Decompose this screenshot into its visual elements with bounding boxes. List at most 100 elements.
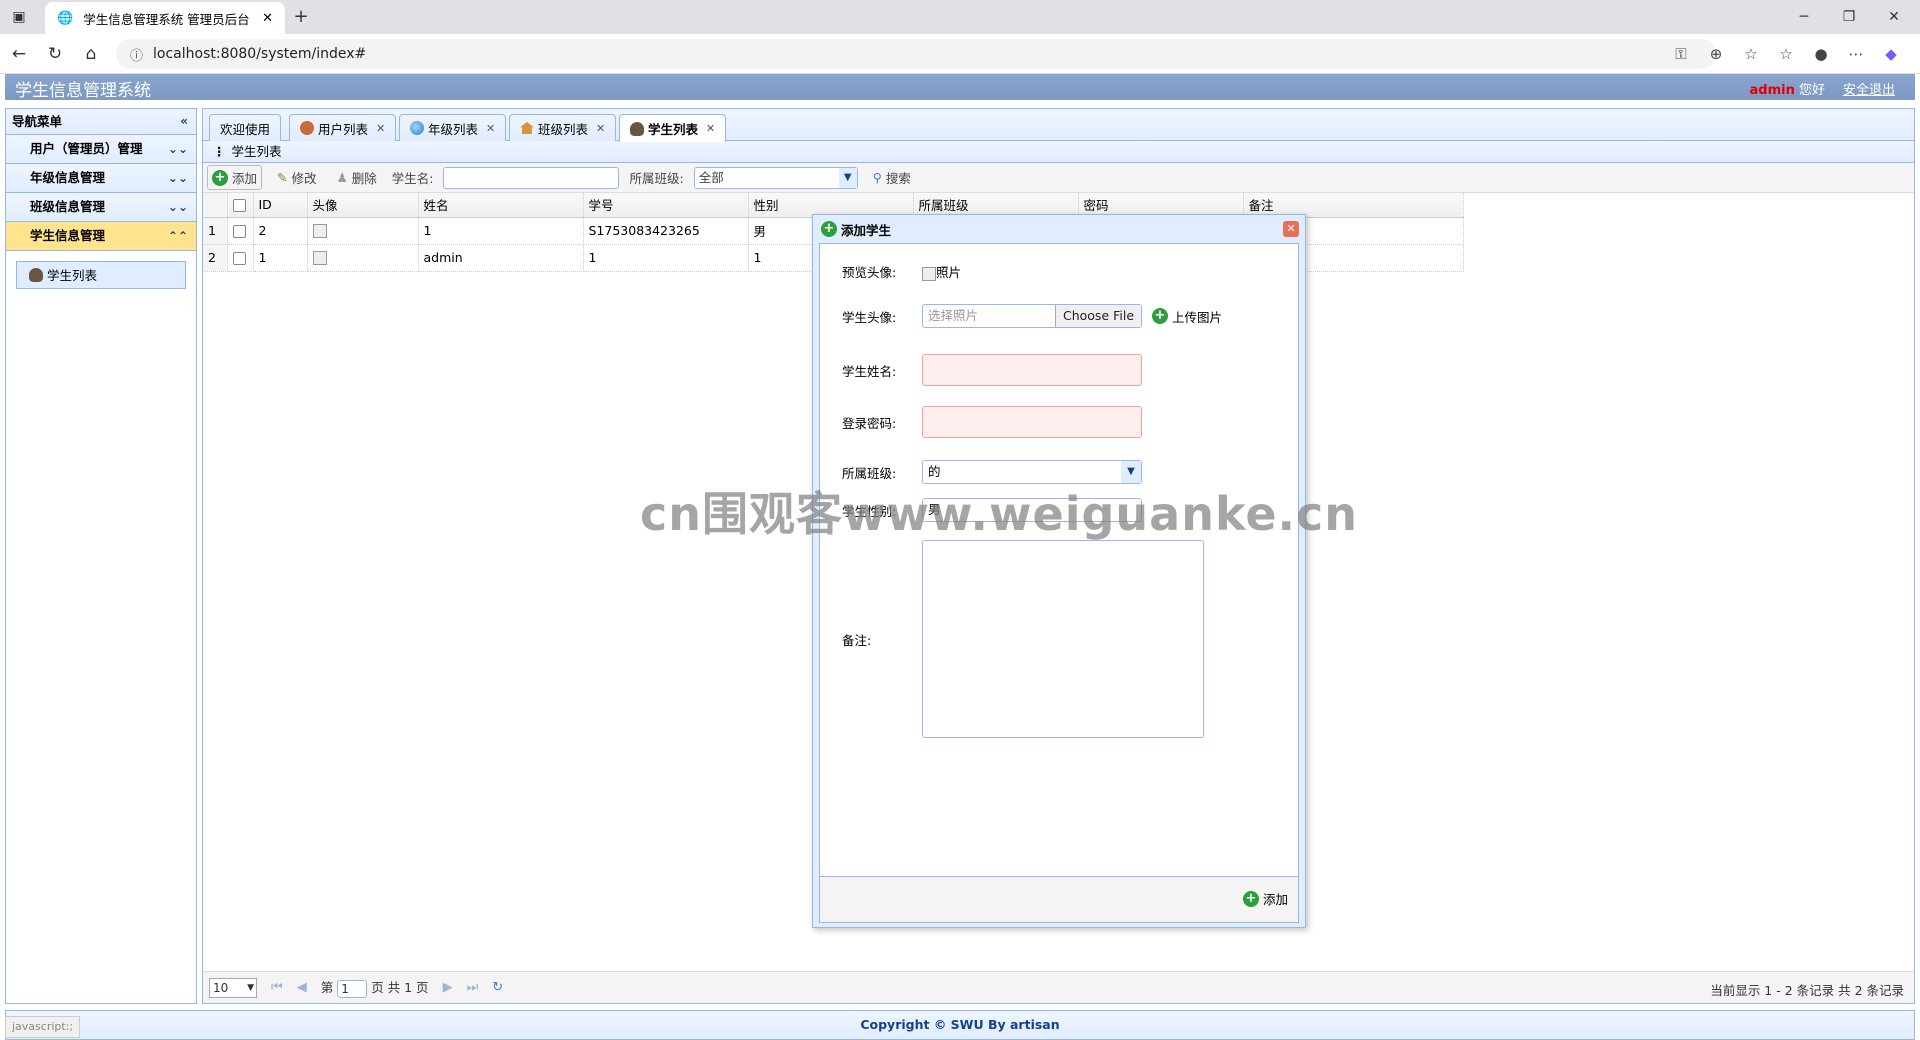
remark-textarea[interactable] [922,540,1204,738]
nav-item-class[interactable]: 班级信息管理 ⌄⌄ [6,193,196,222]
student-name-field[interactable] [922,354,1142,386]
submit-add-button[interactable]: + 添加 [1242,889,1288,908]
tab-student-list[interactable]: 学生列表 ✕ [619,114,727,142]
column-header[interactable]: 姓名 [418,193,584,218]
password-field[interactable] [922,406,1142,438]
content-tabs: 欢迎使用 用户列表 ✕ 年级列表 ✕ 班级列表 ✕ 学生列表 ✕ [203,109,1914,142]
preview-alt: 照片 [936,265,962,280]
chevron-down-icon: ⌄⌄ [167,142,188,156]
column-header[interactable]: ID [253,193,308,218]
class-filter-label: 所属班级: [629,171,684,186]
close-window-icon[interactable]: ✕ [1885,9,1903,25]
dialog-footer: + 添加 [819,877,1299,923]
tab-grade-list[interactable]: 年级列表 ✕ [399,114,507,141]
page-number-input[interactable]: 1 [337,979,368,998]
close-tab-icon[interactable]: ✕ [262,11,273,26]
edit-button[interactable]: ✎ 修改 [272,165,322,190]
nav-item-user-admin[interactable]: 用户（管理员）管理 ⌄⌄ [6,135,196,164]
minimize-icon[interactable]: ─ [1795,9,1813,25]
tab-welcome[interactable]: 欢迎使用 [209,114,282,141]
search-label: 搜索 [885,171,911,186]
password-label: 登录密码: [842,415,897,431]
restore-icon[interactable]: ❐ [1840,9,1858,25]
close-icon[interactable]: ✕ [1283,221,1299,237]
select-all-cell [227,193,254,218]
next-page-icon[interactable]: ▶ [443,980,453,995]
nav-header: 导航菜单 « [6,109,196,135]
reload-icon[interactable]: ↻ [44,43,66,65]
new-tab-button[interactable]: + [292,8,310,26]
row-checkbox[interactable] [232,225,246,238]
copilot-icon[interactable]: ◆ [1880,43,1902,65]
close-tab-icon[interactable]: ✕ [486,122,495,135]
sub-item-student-list[interactable]: 学生列表 [16,261,186,289]
pagination-bar: 10 ▼ ⏮ ◀ 第 1 页 共 1 页 ▶ ⏭ ↻ 当前显示 1 - 2 条记… [203,971,1914,1003]
back-icon[interactable]: ← [8,43,30,65]
upload-button[interactable]: + 上传图片 [1152,307,1222,326]
close-tab-icon[interactable]: ✕ [376,122,385,135]
student-icon [630,121,644,136]
nav-sidebar: 导航菜单 « 用户（管理员）管理 ⌄⌄ 年级信息管理 ⌄⌄ 班级信息管理 ⌄⌄ … [5,108,197,1004]
add-icon: + [1242,890,1259,907]
more-icon[interactable]: ⋯ [1845,43,1867,65]
address-bar[interactable]: ⓘ localhost:8080/system/index# [116,39,1716,69]
info-icon[interactable]: ⓘ [130,45,143,64]
collapse-left-icon[interactable]: « [180,109,188,134]
refresh-icon[interactable]: ↻ [492,980,503,995]
tab-class-list[interactable]: 班级列表 ✕ [509,114,617,141]
first-page-icon[interactable]: ⏮ [271,980,283,995]
nav-item-grade[interactable]: 年级信息管理 ⌄⌄ [6,164,196,193]
browser-tab-strip: ▣ 🌐 学生信息管理系统 管理员后台 ✕ + ─ ❐ ✕ [0,0,1920,34]
favorites-bar-icon[interactable]: ☆ [1775,43,1797,65]
close-tab-icon[interactable]: ✕ [596,122,605,135]
chevron-down-icon: ▼ [838,167,857,188]
app-footer: Copyright © SWU By artisan [5,1010,1915,1040]
remark-row: 备注: [842,540,1204,738]
last-page-icon[interactable]: ⏭ [467,980,479,995]
select-all-checkbox[interactable] [232,199,246,213]
nav-item-label: 班级信息管理 [30,199,106,214]
password-row: 登录密码: [842,406,1142,438]
browser-tab[interactable]: 🌐 学生信息管理系统 管理员后台 ✕ [45,2,285,34]
close-tab-icon[interactable]: ✕ [706,122,715,135]
add-label: 添加 [232,171,258,186]
column-header[interactable]: 学号 [583,193,749,218]
page-prefix: 第 [320,980,334,996]
profile-avatar-icon[interactable]: ● [1810,43,1832,65]
nav-header-title: 导航菜单 [12,114,63,129]
student-name-label: 学生名: [391,171,434,186]
photo-row: 学生头像: 选择照片 Choose File + 上传图片 [842,304,1222,328]
student-name-input[interactable] [443,166,620,189]
tab-user-list[interactable]: 用户列表 ✕ [289,114,397,141]
favorite-icon[interactable]: ☆ [1740,43,1762,65]
copyright-text: Copyright © SWU By artisan [860,1017,1060,1032]
browser-status-bar: javascript:; [5,1016,81,1038]
zoom-icon[interactable]: ⊕ [1705,43,1727,65]
photo-label: 学生头像: [842,309,897,325]
panel-header: ⋮ 学生列表 [203,141,1914,163]
prev-page-icon[interactable]: ◀ [297,980,307,995]
chevron-up-icon: ⌃⌃ [167,229,188,243]
logout-link[interactable]: 安全退出 [1843,79,1895,98]
photo-file-input[interactable]: 选择照片 Choose File [922,304,1142,328]
class-filter-value: 全部 [698,169,724,185]
key-icon[interactable]: ⚿ [1670,43,1692,65]
page-size-select[interactable]: 10 ▼ [209,977,257,998]
home-icon[interactable]: ⌂ [80,43,102,65]
choose-file-button[interactable]: Choose File [1055,305,1141,327]
drag-handle-icon: ⋮ [213,143,226,159]
preview-row: 预览头像: 照片 [842,262,961,281]
row-checkbox[interactable] [232,252,246,265]
nav-item-student[interactable]: 学生信息管理 ⌃⌃ [6,222,196,251]
preview-image: 照片 [922,262,961,281]
row-number: 1 [203,217,228,245]
remark-label: 备注: [842,632,872,648]
dialog-header: + 添加学生 ✕ [813,215,1305,243]
tab-actions-icon[interactable]: ▣ [10,9,28,25]
delete-button[interactable]: ♟ 删除 [332,165,382,190]
column-header[interactable]: 头像 [307,193,419,218]
search-button[interactable]: ⚲ 搜索 [868,165,916,190]
broken-image-icon [312,224,327,239]
add-button[interactable]: + 添加 [207,165,263,190]
class-filter-select[interactable]: 全部 ▼ [693,166,858,189]
